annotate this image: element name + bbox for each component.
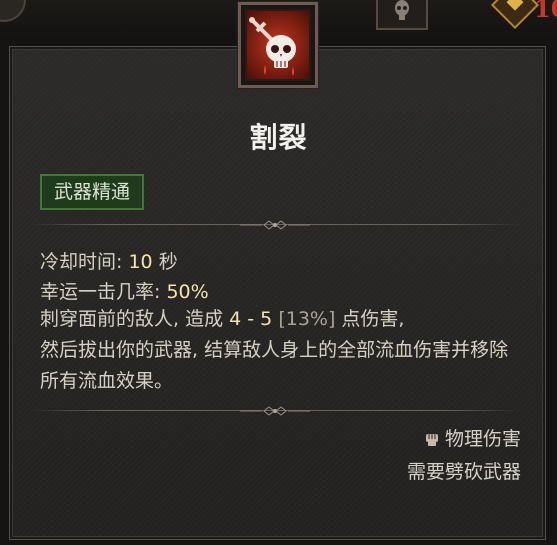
weapon-requirement: 需要劈砍武器	[406, 461, 521, 483]
top-number: 10	[534, 0, 557, 23]
lucky-hit-stat: 幸运一击几率: 50%	[40, 281, 209, 303]
skill-name: 割裂	[249, 121, 308, 154]
divider	[30, 404, 520, 418]
skill-description: 刺穿面前的敌人, 造成 4 - 5 [13%] 点伤害, 然后拔出你的武器, 结…	[40, 308, 509, 392]
skill-icon	[237, 1, 319, 89]
damage-range: 4 - 5	[229, 308, 273, 330]
damage-percent: [13%]	[278, 308, 336, 330]
cooldown-stat: 冷却时间: 10 秒	[40, 251, 178, 273]
divider	[30, 218, 520, 232]
skull-icon	[395, 0, 409, 20]
skull-sword-icon	[249, 17, 296, 76]
damage-type: 物理伤害	[423, 424, 521, 451]
skill-slot-secondary[interactable]	[376, 0, 428, 30]
skill-category-tag: 武器精通	[40, 174, 145, 210]
fist-icon	[425, 434, 438, 446]
